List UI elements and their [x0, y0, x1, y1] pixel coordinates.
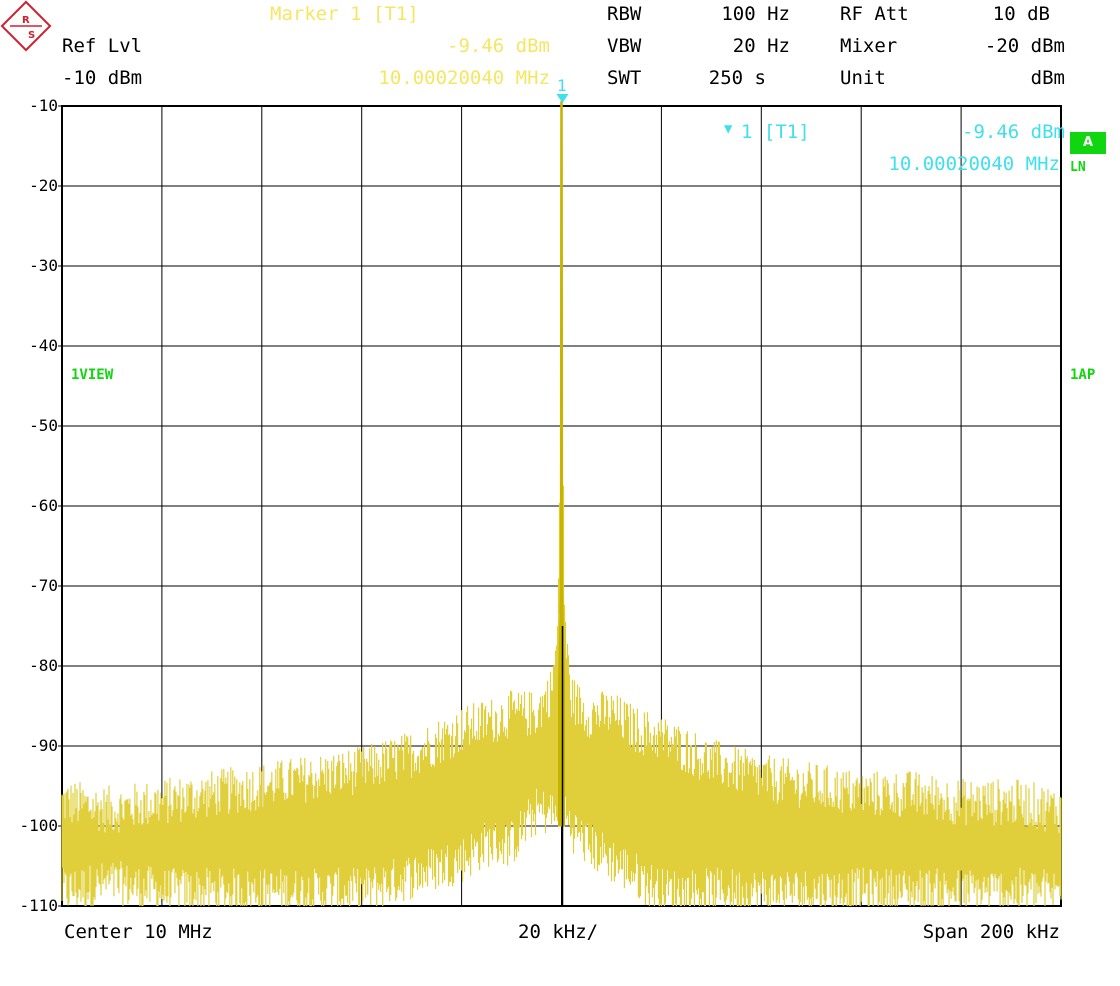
trace-a-badge[interactable]: A [1070, 132, 1106, 154]
rs-logo-icon: R S [0, 0, 52, 52]
y-tick-label: -60 [29, 496, 58, 515]
marker-level: -9.46 dBm [447, 35, 550, 57]
unit-value: dBm [1030, 67, 1065, 89]
view-label: 1VIEW [71, 367, 114, 383]
marker-number: 1 [557, 76, 567, 95]
marker-freq: 10.00020040 MHz [378, 67, 550, 89]
swt-label: SWT [607, 67, 642, 89]
unit-label: Unit [840, 67, 886, 89]
y-tick-label: -100 [19, 816, 58, 835]
y-tick-label: -20 [29, 176, 58, 195]
trace-series [61, 101, 1062, 906]
mixer-value: -20 dBm [984, 35, 1065, 57]
marker-box-freq: 10.00020040 MHz [888, 153, 1060, 175]
y-tick-label: -50 [29, 416, 58, 435]
rf-att-value: 10 dB [992, 3, 1050, 25]
ln-label: LN [1070, 160, 1086, 175]
svg-text:S: S [28, 30, 35, 41]
y-tick-label: -80 [29, 656, 58, 675]
y-tick-label: -110 [19, 896, 58, 915]
marker-box-label: 1 [T1] [741, 121, 810, 143]
y-tick-label: -10 [29, 96, 58, 115]
rbw-label: RBW [607, 3, 642, 25]
carrier-peak [558, 101, 565, 827]
marker-title: Marker 1 [T1] [270, 3, 419, 25]
ref-lvl-label: Ref Lvl [62, 35, 143, 57]
rbw-value: 100 Hz [721, 3, 790, 25]
vbw-label: VBW [607, 35, 642, 57]
y-tick-label: -30 [29, 256, 58, 275]
y-tick-label: -70 [29, 576, 58, 595]
division-label: 20 kHz/ [518, 921, 599, 943]
ref-lvl-value: -10 dBm [62, 67, 143, 89]
swt-value: 250 s [708, 67, 766, 89]
center-frequency-label: Center 10 MHz [64, 921, 213, 943]
rf-att-label: RF Att [840, 3, 909, 25]
y-tick-label: -90 [29, 736, 58, 755]
vbw-value: 20 Hz [732, 35, 790, 57]
chart-svg: R S [0, 0, 1062, 907]
marker-triangle-icon: ▼ [724, 121, 733, 137]
mixer-label: Mixer [840, 35, 898, 57]
marker-box-level: -9.46 dBm [962, 121, 1065, 143]
svg-text:R: R [22, 15, 30, 26]
ap-label: 1AP [1070, 367, 1096, 383]
y-tick-label: -40 [29, 336, 58, 355]
span-label: Span 200 kHz [922, 921, 1060, 943]
